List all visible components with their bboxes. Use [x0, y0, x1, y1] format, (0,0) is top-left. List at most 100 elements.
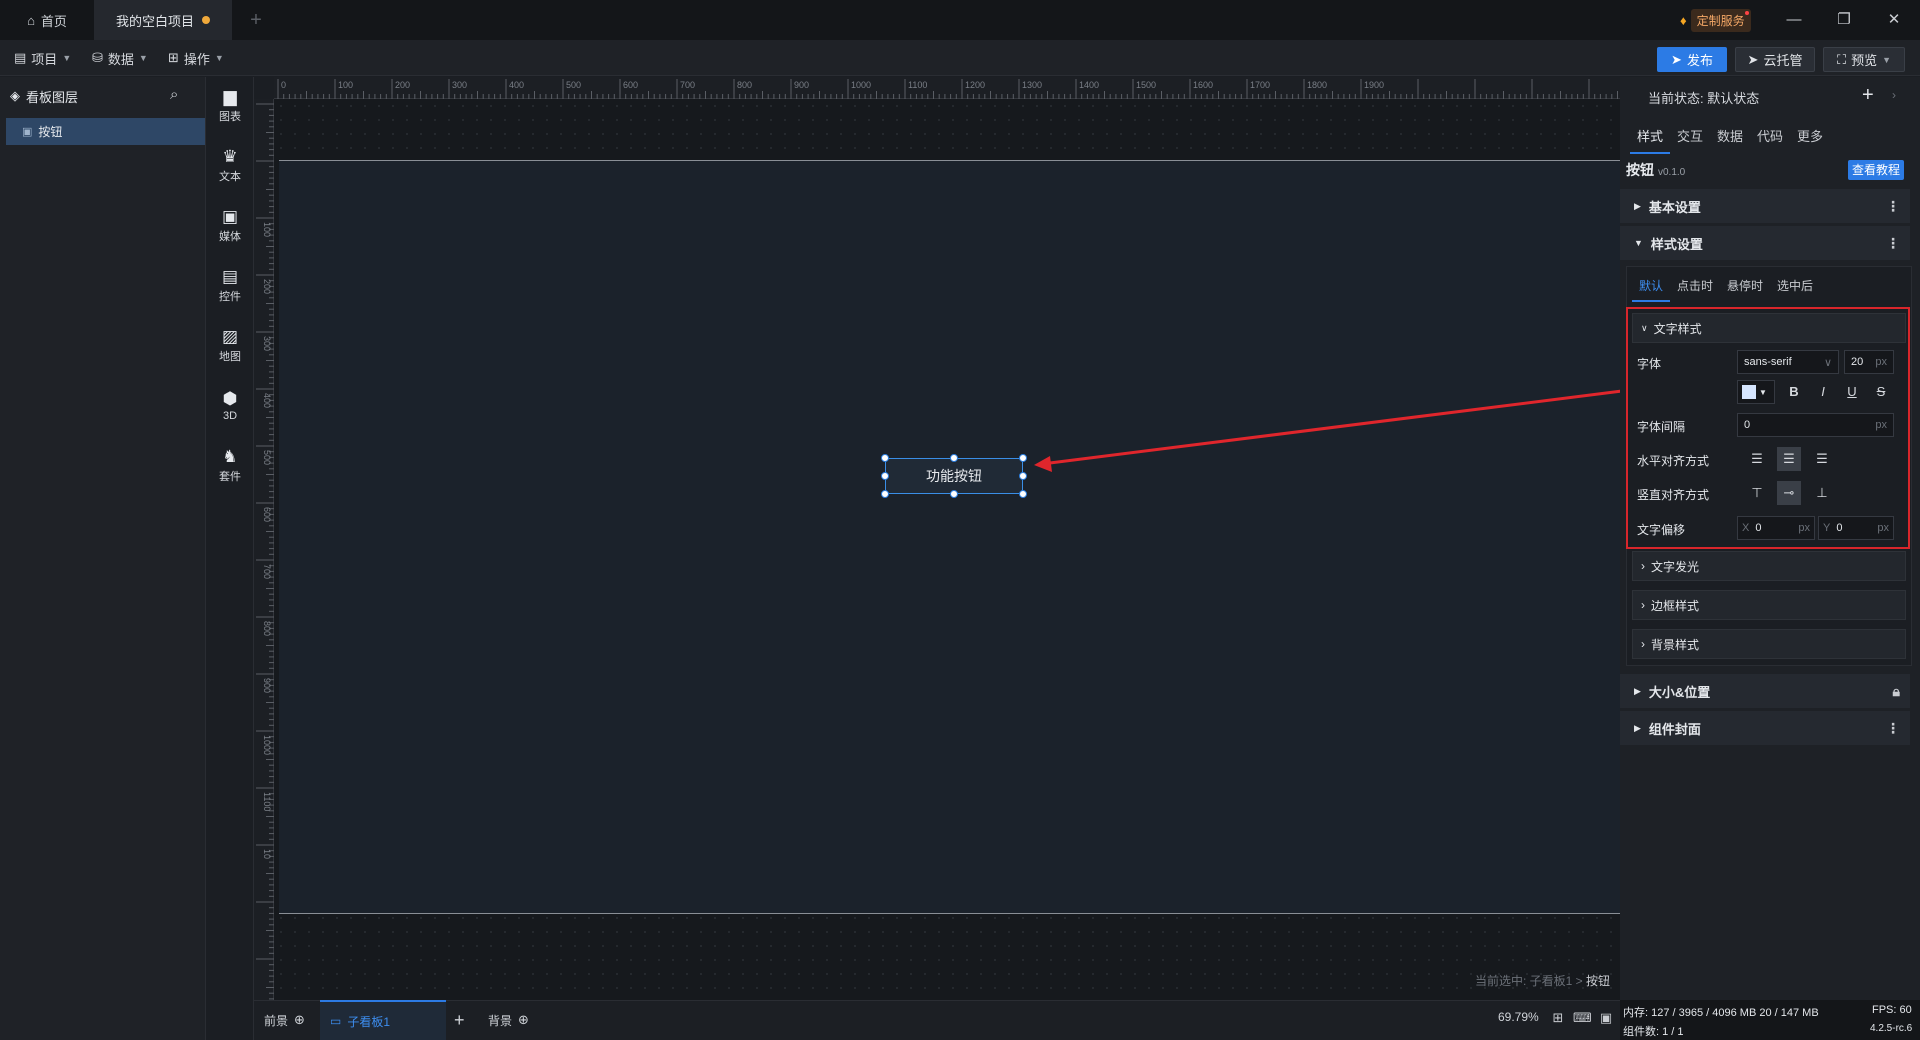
letter-spacing-value: 0	[1744, 419, 1751, 431]
section-style-label: 样式设置	[1650, 236, 1703, 252]
add-circle-icon[interactable]: ⊕	[518, 1012, 529, 1028]
memory-status: 内存: 127 / 3965 / 4096 MB 20 / 147 MB	[1623, 1007, 1819, 1019]
caret-right-icon: ▶	[1634, 722, 1641, 733]
background-style-title: 背景样式	[1651, 637, 1700, 652]
tab-active-board[interactable]: ▭ 子看板1	[320, 1000, 446, 1040]
align-top-icon[interactable]: ⊤	[1745, 481, 1769, 505]
section-cover[interactable]: ▶ 组件封面 ⋮	[1620, 711, 1910, 745]
text-offset-label: 文字偏移	[1637, 523, 1686, 537]
align-right-icon[interactable]: ☰	[1810, 447, 1834, 471]
strikethrough-icon[interactable]: S	[1869, 380, 1893, 404]
chevron-right-icon[interactable]: ›	[1892, 88, 1896, 102]
font-family-select[interactable]: sans-serif ∨	[1737, 350, 1839, 374]
underline-icon[interactable]: U	[1840, 380, 1864, 404]
terminal-icon[interactable]: ▣	[1597, 1010, 1615, 1028]
letter-spacing-unit: px	[1875, 419, 1887, 431]
font-color-picker[interactable]: ▼	[1737, 380, 1775, 404]
add-board-icon[interactable]: +	[454, 1000, 465, 1040]
current-state: 当前状态: 默认状态	[1620, 77, 1920, 117]
background-style-header[interactable]: › 背景样式	[1632, 629, 1906, 659]
offset-y-value: 0	[1836, 522, 1843, 534]
tab-background[interactable]: 背景 ⊕	[488, 1000, 529, 1040]
align-center-icon[interactable]: ☰	[1777, 447, 1801, 471]
tab-data[interactable]: 数据	[1710, 120, 1750, 154]
breadcrumb-current: 按钮	[1585, 974, 1610, 988]
caret-right-icon: ▶	[1634, 200, 1641, 211]
offset-x-value: 0	[1755, 522, 1762, 534]
state-tabs: 默认 点击时 悬停时 选中后	[1632, 274, 1820, 302]
more-icon[interactable]: ⋮	[1886, 198, 1900, 215]
align-bottom-icon[interactable]: ⊥	[1810, 481, 1834, 505]
italic-icon[interactable]: I	[1811, 380, 1835, 404]
section-size-position-label: 大小&位置	[1648, 684, 1711, 700]
add-state-icon[interactable]: +	[1862, 84, 1874, 107]
tab-foreground-label: 前景	[264, 1013, 289, 1028]
state-tab-click[interactable]: 点击时	[1670, 274, 1720, 302]
state-tab-selected[interactable]: 选中后	[1770, 274, 1820, 302]
tab-interaction[interactable]: 交互	[1670, 120, 1710, 154]
offset-y-prefix: Y	[1823, 522, 1831, 534]
font-family-value: sans-serif	[1744, 356, 1792, 368]
font-size-input[interactable]: 20 px	[1844, 350, 1894, 374]
font-size-value: 20	[1851, 356, 1864, 368]
state-tab-hover[interactable]: 悬停时	[1720, 274, 1770, 302]
tab-more[interactable]: 更多	[1790, 120, 1830, 154]
more-icon[interactable]: ⋮	[1886, 235, 1900, 252]
offset-x-prefix: X	[1742, 522, 1750, 534]
bold-icon[interactable]: B	[1782, 380, 1806, 404]
align-middle-icon[interactable]: ⊸	[1777, 481, 1801, 505]
v-align-label: 竖直对齐方式	[1637, 488, 1710, 502]
property-tabs: 样式 交互 数据 代码 更多	[1630, 120, 1830, 154]
section-style[interactable]: ▼ 样式设置 ⋮	[1620, 226, 1910, 260]
version-label: 4.2.5-rc.6	[1870, 1023, 1913, 1034]
section-basic[interactable]: ▶ 基本设置 ⋮	[1620, 189, 1910, 223]
caret-down-icon: ▼	[1759, 387, 1767, 397]
text-glow-header[interactable]: › 文字发光	[1632, 551, 1906, 581]
lock-icon[interactable]: 🔒︎	[1893, 683, 1900, 700]
state-tab-default[interactable]: 默认	[1632, 274, 1671, 302]
component-name: 按钮	[1626, 162, 1654, 178]
border-style-title: 边框样式	[1651, 598, 1700, 613]
tab-foreground[interactable]: 前景 ⊕	[264, 1000, 305, 1040]
caret-right-icon: ▶	[1634, 685, 1641, 696]
tab-active-board-label: 子看板1	[347, 1014, 391, 1029]
component-count: 组件数: 1 / 1	[1623, 1026, 1684, 1038]
align-left-icon[interactable]: ☰	[1745, 447, 1769, 471]
chevron-right-icon: ›	[1641, 559, 1645, 573]
chevron-right-icon: ›	[1641, 637, 1645, 651]
text-style-title: 文字样式	[1653, 321, 1702, 336]
offset-x-input[interactable]: X 0 px	[1737, 516, 1815, 540]
font-size-unit: px	[1875, 356, 1887, 368]
fps-status: FPS: 60	[1872, 1004, 1912, 1016]
selection-breadcrumb: 当前选中: 子看板1 > 按钮	[1470, 972, 1610, 990]
zoom-level[interactable]: 69.79%	[1498, 1010, 1539, 1024]
chevron-down-icon: ∨	[1641, 322, 1648, 333]
tutorial-button[interactable]: 查看教程	[1848, 160, 1904, 180]
chevron-right-icon: ›	[1641, 598, 1645, 612]
component-title: 按钮 v0.1.0	[1626, 160, 1685, 180]
component-version: v0.1.0	[1658, 167, 1686, 178]
monitor-icon: ▭	[330, 1014, 342, 1028]
color-swatch	[1742, 385, 1756, 399]
keyboard-icon[interactable]: ⌨	[1573, 1010, 1592, 1028]
text-glow-title: 文字发光	[1651, 559, 1700, 574]
caret-down-icon: ▼	[1634, 238, 1643, 248]
offset-x-unit: px	[1798, 522, 1810, 534]
breadcrumb-path: 当前选中: 子看板1 >	[1474, 974, 1586, 988]
h-align-label: 水平对齐方式	[1637, 454, 1710, 468]
letter-spacing-input[interactable]: 0 px	[1737, 413, 1894, 437]
section-size-position[interactable]: ▶ 大小&位置 🔒︎	[1620, 674, 1910, 708]
more-icon[interactable]: ⋮	[1886, 720, 1900, 737]
tab-style[interactable]: 样式	[1630, 120, 1670, 154]
add-circle-icon[interactable]: ⊕	[294, 1012, 305, 1028]
text-style-header[interactable]: ∨ 文字样式	[1632, 313, 1906, 343]
chevron-down-icon: ∨	[1823, 356, 1832, 369]
tab-code[interactable]: 代码	[1750, 120, 1790, 154]
letter-spacing-label: 字体间隔	[1637, 420, 1686, 434]
section-basic-label: 基本设置	[1648, 199, 1701, 215]
section-cover-label: 组件封面	[1648, 721, 1701, 737]
offset-y-input[interactable]: Y 0 px	[1818, 516, 1894, 540]
fit-screen-icon[interactable]: ⊞	[1549, 1010, 1567, 1028]
current-state-label: 当前状态: 默认状态	[1648, 90, 1760, 106]
border-style-header[interactable]: › 边框样式	[1632, 590, 1906, 620]
